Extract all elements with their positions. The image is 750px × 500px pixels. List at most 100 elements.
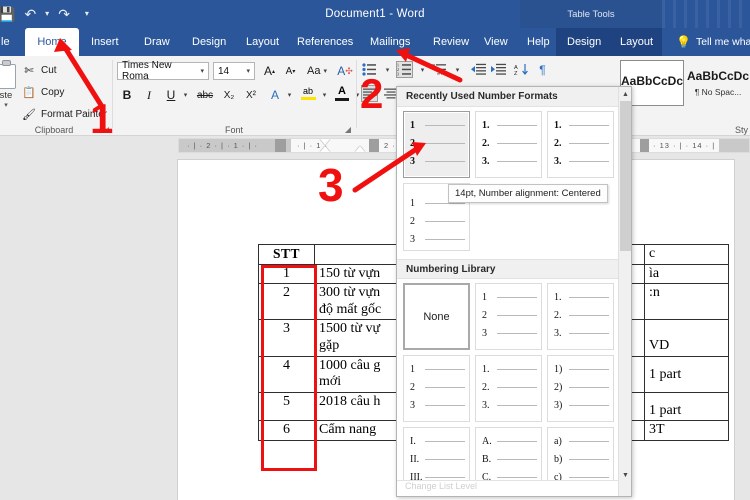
tab-table-design[interactable]: Design (558, 28, 610, 56)
change-list-level-item[interactable]: Change List Level (397, 480, 619, 496)
number-format-lib-3[interactable]: 1. 2. 3. (547, 283, 614, 350)
numbering-chevron-down-icon[interactable]: ▾ (414, 61, 431, 78)
format-mark: 2. (482, 382, 490, 393)
style-preview: AaBbCcDc (686, 68, 749, 83)
format-mark: 3. (554, 328, 562, 339)
annotation-label-1: 1 (90, 95, 114, 142)
cell-stt: 5 (258, 391, 315, 422)
tab-mailings[interactable]: Mailings (361, 28, 419, 56)
format-mark: 3 (482, 328, 487, 339)
decrease-indent-icon (471, 63, 486, 75)
dropdown-scrollbar[interactable]: ▲ ▼ (618, 87, 631, 496)
text-highlight-button[interactable]: ab (298, 86, 318, 104)
format-line (497, 459, 537, 460)
tab-references[interactable]: References (288, 28, 362, 56)
scroll-down-icon[interactable]: ▼ (619, 468, 631, 482)
clear-formatting-button[interactable]: A ✣ (336, 62, 354, 80)
number-format-lib-5[interactable]: 1. 2. 3. (475, 355, 542, 422)
text-effects-button[interactable]: A (266, 86, 284, 104)
first-line-indent-marker[interactable] (320, 139, 330, 145)
number-format-none[interactable]: None (403, 283, 470, 350)
clipboard-group-label: Clipboard (34, 125, 74, 135)
tab-insert[interactable]: Insert (82, 28, 128, 56)
change-case-button[interactable]: Aa ▾ (304, 62, 330, 80)
sort-button[interactable]: A Z (513, 61, 530, 78)
underline-button[interactable]: U (162, 86, 180, 104)
format-mark: 1 (482, 292, 487, 303)
format-line (497, 125, 537, 126)
highlight-chevron-down-icon[interactable]: ▾ (319, 86, 330, 104)
copy-button[interactable]: 📋 Copy (22, 86, 64, 99)
clear-formatting-icon: A (337, 64, 346, 78)
format-line (425, 203, 465, 204)
superscript-button[interactable]: X² (241, 86, 261, 104)
tab-review[interactable]: Review (424, 28, 478, 56)
number-format-recent-2[interactable]: 1. 2. 3. (475, 111, 542, 178)
number-format-recent-3[interactable]: 1. 2. 3. (547, 111, 614, 178)
strikethrough-button[interactable]: abc (194, 86, 216, 104)
copy-icon: 📋 (22, 87, 36, 99)
ruler-left-ticks: · | · 2 · | · 1 · | · (187, 141, 259, 150)
increase-indent-button[interactable] (490, 61, 507, 78)
tab-draw[interactable]: Draw (135, 28, 179, 56)
text-effects-chevron-down-icon[interactable]: ▾ (284, 86, 295, 104)
numbering-button[interactable]: 1 2 3 (396, 61, 413, 78)
shrink-font-label: A (285, 65, 293, 77)
number-format-lib-6[interactable]: 1) 2) 3) (547, 355, 614, 422)
bold-button[interactable]: B (118, 86, 136, 104)
number-format-tooltip: 14pt, Number alignment: Centered (448, 184, 608, 203)
bold-label: B (122, 88, 132, 102)
number-format-lib-4[interactable]: 1 2 3 (403, 355, 470, 422)
format-line (497, 441, 537, 442)
cell-note: 3T (644, 420, 729, 441)
sort-icon: A Z (514, 64, 528, 76)
format-mark: 2. (554, 138, 562, 149)
multilevel-chevron-down-icon[interactable]: ▾ (449, 61, 466, 78)
grow-font-button[interactable]: A ▴ (261, 62, 278, 80)
format-mark: 2 (410, 138, 415, 149)
format-mark: b) (554, 454, 563, 465)
chevron-down-icon[interactable]: ▾ (246, 67, 250, 75)
font-dialog-launcher[interactable]: ◢ (345, 125, 351, 134)
tab-design[interactable]: Design (183, 28, 235, 56)
numbering-dropdown-panel[interactable]: Recently Used Number Formats 1 2 3 1. 2.… (396, 86, 632, 497)
format-line (425, 369, 465, 370)
word-window: 💾 ↶ ▾ ↷ ▾ Document1 - Word Table Tools l… (0, 0, 750, 500)
tell-me-box[interactable]: 💡 Tell me what (676, 28, 750, 56)
left-indent-marker[interactable] (355, 146, 365, 152)
style-name: ¶ No Spac... (694, 86, 742, 97)
font-name-input[interactable]: Times New Roma ▾ (117, 60, 209, 82)
tab-layout[interactable]: Layout (237, 28, 288, 56)
format-mark: 1 (410, 120, 415, 131)
subscript-button[interactable]: X₂ (219, 86, 239, 104)
cut-button[interactable]: ✄ Cut (22, 64, 56, 77)
scroll-up-icon[interactable]: ▲ (619, 87, 631, 101)
tab-table-layout[interactable]: Layout (611, 28, 662, 56)
tab-home[interactable]: Home (25, 28, 79, 56)
hanging-indent-marker[interactable] (320, 146, 330, 152)
format-mark: 3. (554, 156, 562, 167)
chevron-down-icon[interactable]: ▾ (323, 67, 327, 75)
tab-view[interactable]: View (475, 28, 517, 56)
chevron-down-icon[interactable]: ▾ (200, 67, 204, 75)
table-tools-label: Table Tools (567, 8, 615, 20)
multilevel-list-button[interactable] (431, 61, 448, 78)
scrollbar-thumb[interactable] (620, 101, 631, 251)
format-line (425, 161, 465, 162)
italic-label: I (147, 87, 151, 102)
italic-button[interactable]: I (140, 86, 158, 104)
underline-chevron-down-icon[interactable]: ▾ (180, 86, 191, 104)
format-line (497, 387, 537, 388)
group-divider (356, 60, 357, 128)
font-color-button[interactable]: A (333, 86, 351, 104)
shrink-font-button[interactable]: A ▾ (282, 62, 299, 80)
number-format-lib-2[interactable]: 1 2 3 (475, 283, 542, 350)
show-formatting-marks-button[interactable]: ¶ (534, 61, 551, 78)
tab-file[interactable]: le (0, 28, 19, 56)
font-size-input[interactable]: 14 ▾ (213, 62, 255, 80)
tab-help[interactable]: Help (518, 28, 559, 56)
style-item-no-spacing[interactable]: AaBbCcDc ¶ No Spac... (686, 60, 750, 106)
document-area: STT c 1 150 từ vựn ìa 2 300 từ vựn độ mấ… (0, 156, 750, 500)
number-format-recent-1[interactable]: 1 2 3 (403, 111, 470, 178)
decrease-indent-button[interactable] (470, 61, 487, 78)
